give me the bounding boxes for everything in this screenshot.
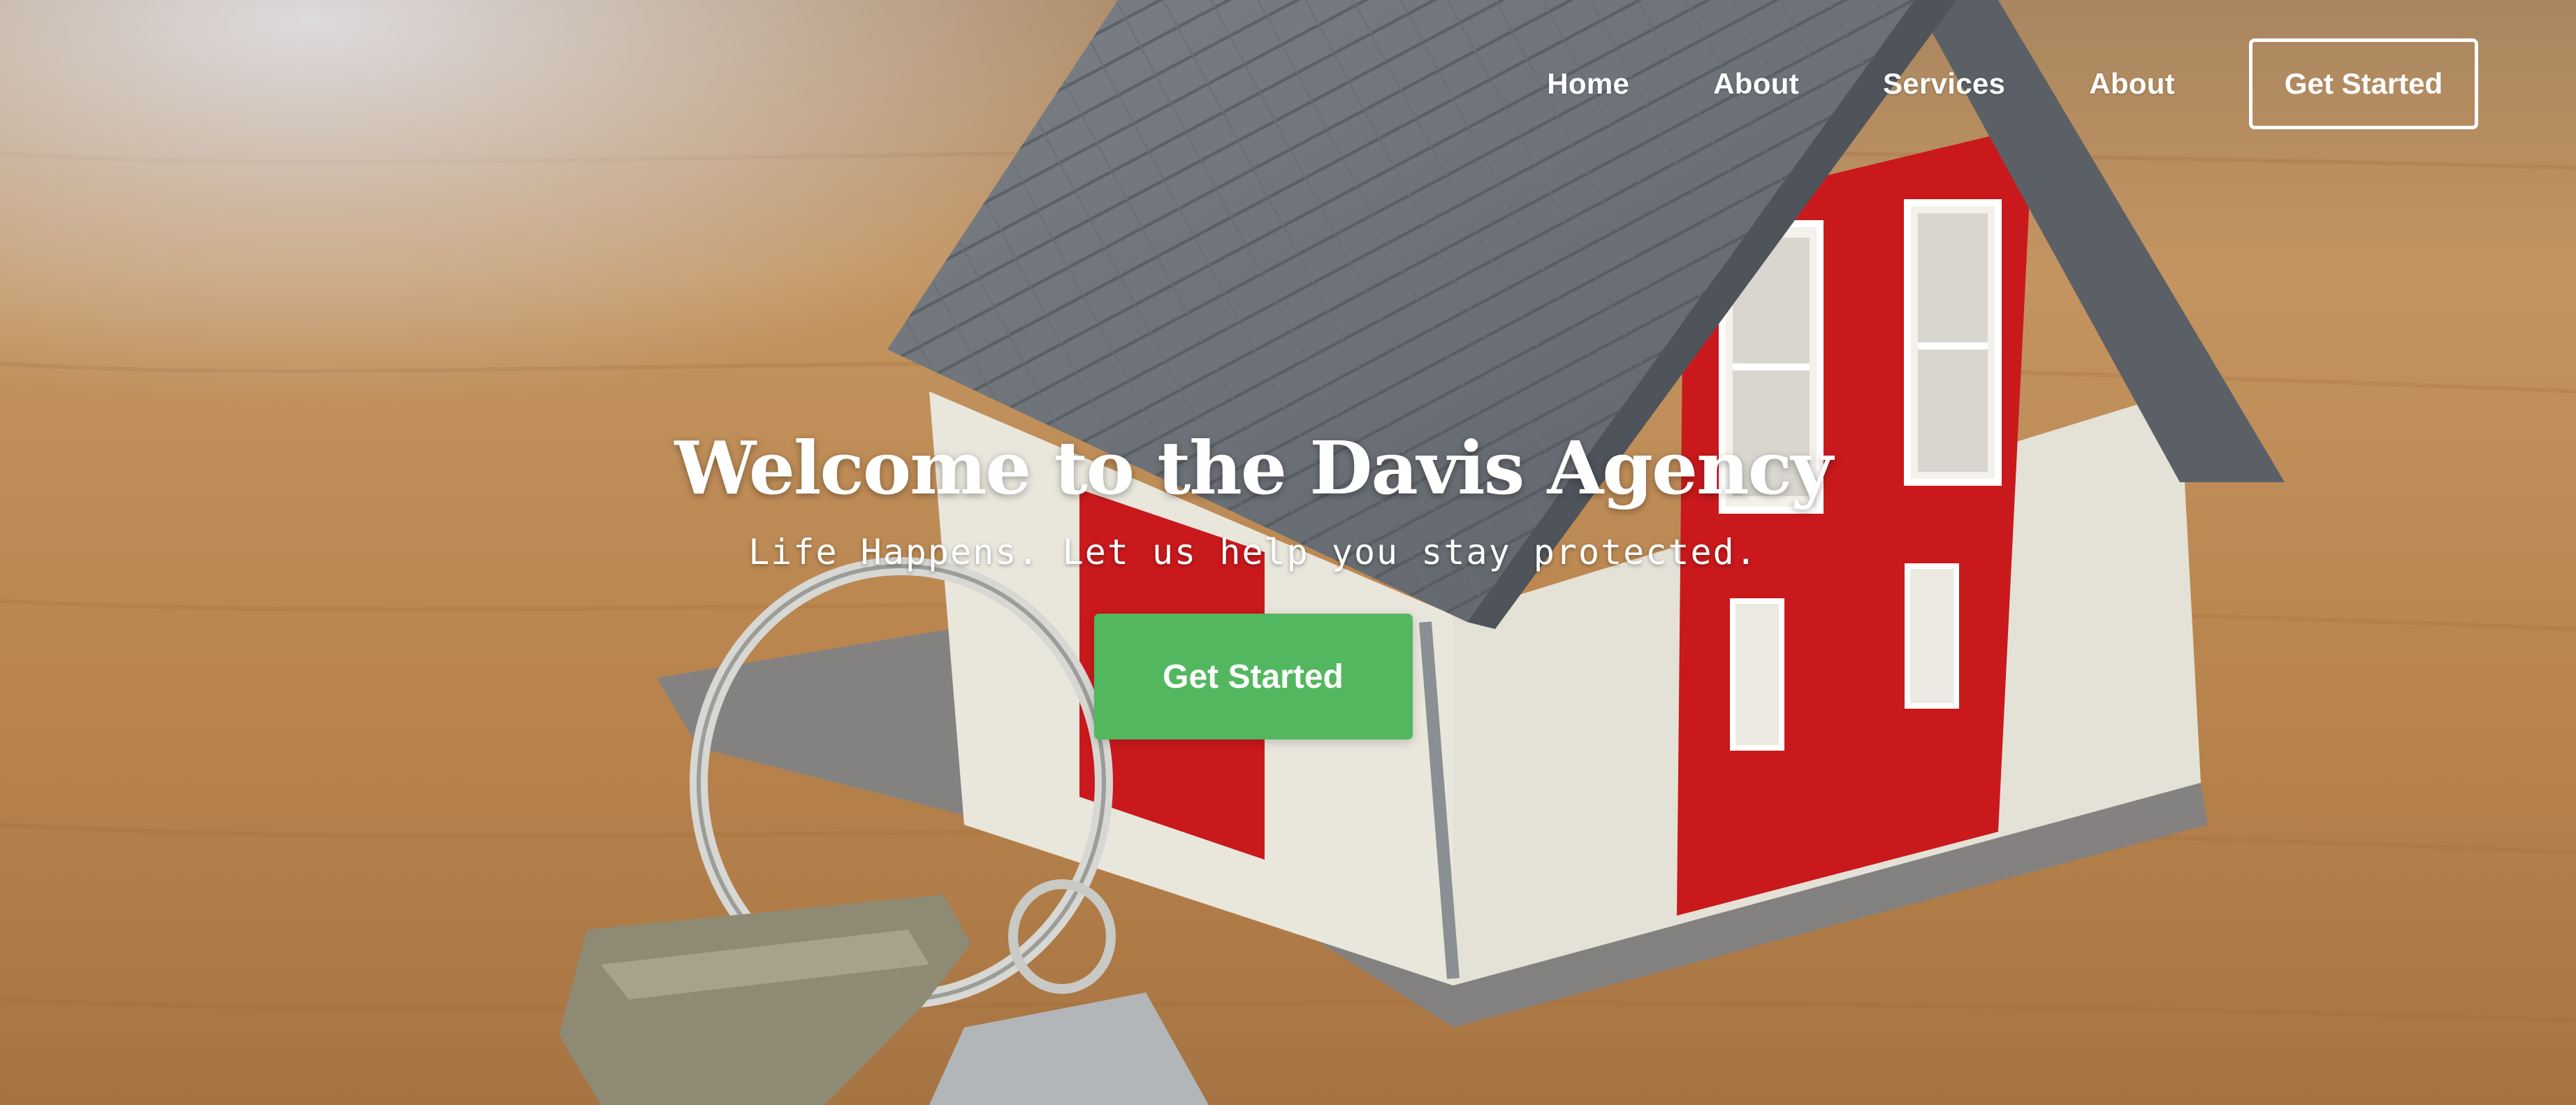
nav-get-started-button[interactable]: Get Started — [2249, 38, 2478, 129]
nav-link-home[interactable]: Home — [1547, 67, 1629, 101]
hero-section: Home About Services About Get Started We… — [0, 0, 2576, 1105]
hero-get-started-button[interactable]: Get Started — [1093, 614, 1413, 739]
nav-link-about-secondary[interactable]: About — [2089, 67, 2175, 101]
nav-link-services[interactable]: Services — [1883, 67, 2005, 101]
hero-title: Welcome to the Davis Agency — [674, 425, 1833, 511]
hero-content: Welcome to the Davis Agency Life Happens… — [0, 419, 2506, 739]
nav-link-about[interactable]: About — [1713, 67, 1799, 101]
hero-subtitle: Life Happens. Let us help you stay prote… — [748, 532, 1758, 572]
main-navigation: Home About Services About Get Started — [1547, 36, 2478, 131]
